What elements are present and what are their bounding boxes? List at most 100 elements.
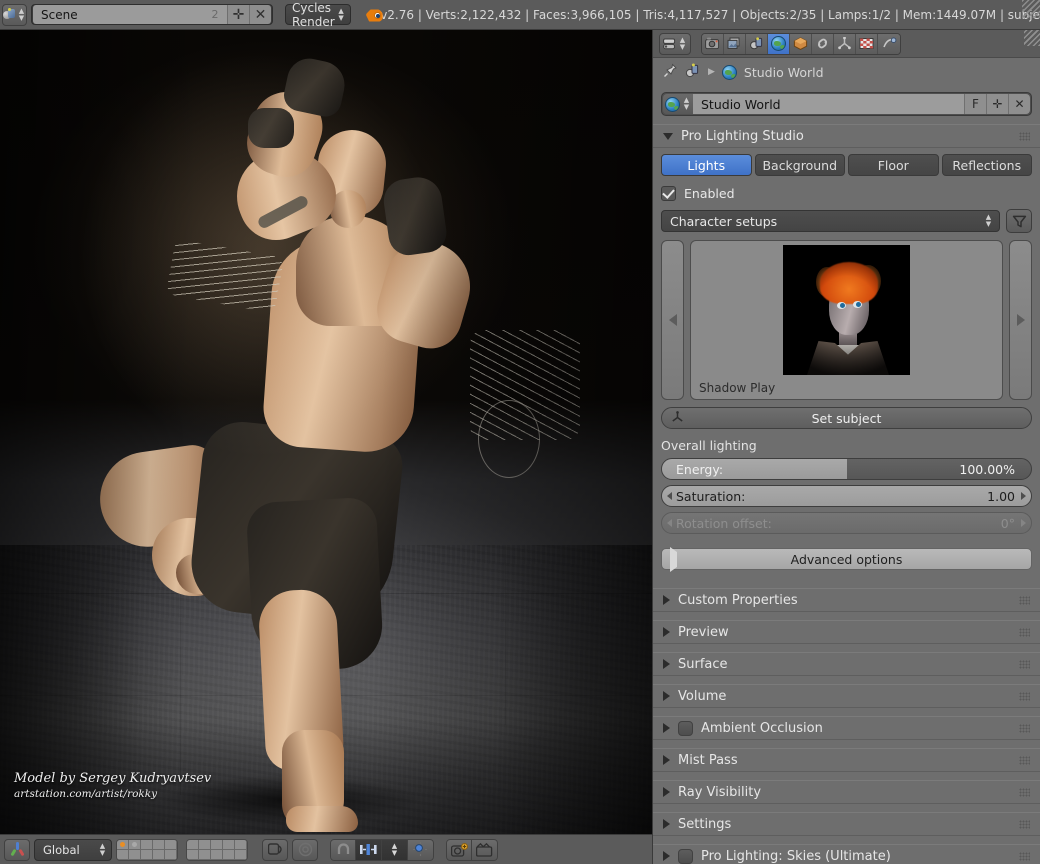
- triangle-right-icon: [663, 627, 670, 637]
- triangle-right-icon: [663, 851, 670, 861]
- properties-resize-grip[interactable]: [1024, 30, 1040, 46]
- render-engine-select[interactable]: Cycles Render ▲▼: [285, 4, 351, 25]
- panel-drag-grip[interactable]: [1019, 132, 1030, 141]
- tab-background[interactable]: Background: [755, 154, 846, 176]
- physics-tab[interactable]: [878, 34, 900, 54]
- proportional-edit-icon[interactable]: [262, 839, 288, 861]
- triangle-right-icon: [663, 723, 670, 733]
- chevron-right-icon[interactable]: [1021, 492, 1026, 500]
- triangle-right-icon: [663, 819, 670, 829]
- scene-layers-group-2[interactable]: [186, 839, 248, 861]
- tab-lights[interactable]: Lights: [661, 154, 752, 176]
- properties-tab-row[interactable]: [701, 33, 901, 55]
- manipulator-axis-icon[interactable]: [4, 839, 30, 861]
- panel-header-volume[interactable]: Volume: [653, 684, 1040, 708]
- panel-header-mist-pass[interactable]: Mist Pass: [653, 748, 1040, 772]
- render-opengl-image-icon[interactable]: [446, 839, 472, 861]
- scene-tab[interactable]: [746, 34, 768, 54]
- panel-drag-grip[interactable]: [1019, 820, 1030, 829]
- 3d-viewport[interactable]: Model by Sergey Kudryavtsev artstation.c…: [0, 30, 652, 834]
- pls-tab-row[interactable]: Lights Background Floor Reflections: [661, 154, 1032, 176]
- saturation-label: Saturation:: [662, 489, 745, 504]
- info-editor-icon: [3, 8, 16, 21]
- ambient-occlusion-checkbox[interactable]: [678, 721, 693, 736]
- panel-title: Volume: [678, 689, 726, 704]
- panel-header-pro-lighting-skies[interactable]: Pro Lighting: Skies (Ultimate): [653, 844, 1040, 864]
- enabled-row[interactable]: Enabled: [661, 186, 1032, 201]
- browse-world-icon[interactable]: ▲▼: [663, 94, 693, 114]
- preset-prev-button[interactable]: [661, 240, 684, 400]
- enabled-checkbox[interactable]: [661, 186, 676, 201]
- panel-drag-grip[interactable]: [1019, 788, 1030, 797]
- render-opengl-animation-icon[interactable]: [472, 839, 498, 861]
- scene-selector[interactable]: Scene 2 ✛ ✕: [31, 4, 273, 25]
- particles-tab[interactable]: [834, 34, 856, 54]
- panel-header-preview[interactable]: Preview: [653, 620, 1040, 644]
- panel-header-pro-lighting-studio[interactable]: Pro Lighting Studio: [653, 124, 1040, 148]
- pivot-center-icon[interactable]: [408, 839, 434, 861]
- panel-title: Pro Lighting Studio: [681, 129, 804, 144]
- saturation-slider[interactable]: Saturation: 1.00: [661, 485, 1032, 507]
- set-subject-button[interactable]: Set subject: [661, 407, 1032, 429]
- category-dropdown[interactable]: Character setups ▲▼: [661, 210, 1000, 232]
- panel-title: Custom Properties: [678, 593, 798, 608]
- pro-lighting-skies-checkbox[interactable]: [678, 849, 693, 864]
- panel-drag-grip[interactable]: [1019, 756, 1030, 765]
- render-tab[interactable]: [702, 34, 724, 54]
- new-world-button[interactable]: ✛: [986, 94, 1008, 114]
- constraints-tab[interactable]: [812, 34, 834, 54]
- panel-header-settings[interactable]: Settings: [653, 812, 1040, 836]
- snap-target-icon[interactable]: [356, 839, 382, 861]
- panel-title: Pro Lighting: Skies (Ultimate): [701, 849, 891, 864]
- triangle-right-icon: [663, 755, 670, 765]
- render-layers-tab[interactable]: [724, 34, 746, 54]
- snap-magnet-icon[interactable]: [330, 839, 356, 861]
- panel-drag-grip[interactable]: [1019, 692, 1030, 701]
- tab-reflections[interactable]: Reflections: [942, 154, 1033, 176]
- tab-floor[interactable]: Floor: [848, 154, 939, 176]
- window-resize-grip[interactable]: [1022, 0, 1040, 18]
- editor-type-button[interactable]: ▲▼: [659, 33, 691, 55]
- preset-next-button[interactable]: [1009, 240, 1032, 400]
- panel-header-ambient-occlusion[interactable]: Ambient Occlusion: [653, 716, 1040, 740]
- panel-drag-grip[interactable]: [1019, 852, 1030, 861]
- new-scene-button[interactable]: ✛: [227, 5, 249, 24]
- snap-mode-icon[interactable]: ▲▼: [382, 839, 408, 861]
- scene-name-field[interactable]: Scene: [33, 5, 203, 24]
- panel-drag-grip[interactable]: [1019, 628, 1030, 637]
- top-info-bar: ▲▼ Scene 2 ✛ ✕ Cycles Render ▲▼ v2.76 | …: [0, 0, 1040, 30]
- world-tab[interactable]: [768, 34, 790, 54]
- energy-slider[interactable]: Energy: 100.00%: [661, 458, 1032, 480]
- transform-orientation-select[interactable]: Global ▲▼: [34, 839, 112, 861]
- proportional-falloff-icon[interactable]: [292, 839, 318, 861]
- panel-header-ray-visibility[interactable]: Ray Visibility: [653, 780, 1040, 804]
- triangle-right-icon: [663, 595, 670, 605]
- delete-scene-button[interactable]: ✕: [249, 5, 271, 24]
- object-tab[interactable]: [790, 34, 812, 54]
- world-id-block[interactable]: ▲▼ Studio World F ✛ ✕: [661, 92, 1032, 116]
- unlink-world-button[interactable]: ✕: [1008, 94, 1030, 114]
- snapping-controls[interactable]: ▲▼: [330, 839, 434, 861]
- properties-editor[interactable]: ▲▼: [653, 30, 1040, 864]
- panel-header-custom-properties[interactable]: Custom Properties: [653, 588, 1040, 612]
- panel-drag-grip[interactable]: [1019, 660, 1030, 669]
- world-name-field[interactable]: Studio World: [693, 94, 964, 114]
- watermark-author: Model by Sergey Kudryavtsev: [14, 771, 211, 786]
- panel-drag-grip[interactable]: [1019, 724, 1030, 733]
- panel-header-surface[interactable]: Surface: [653, 652, 1040, 676]
- advanced-options-button[interactable]: Advanced options: [661, 548, 1032, 570]
- chevron-updown-icon: ▲▼: [17, 6, 26, 24]
- scene-layers-group-1[interactable]: [116, 839, 178, 861]
- preset-preview-box[interactable]: Shadow Play: [690, 240, 1003, 400]
- texture-tab[interactable]: [856, 34, 878, 54]
- energy-value: 100.00%: [959, 462, 1031, 477]
- panel-title: Ambient Occlusion: [701, 721, 823, 736]
- fighter-character-render: [0, 30, 652, 834]
- editor-type-button[interactable]: ▲▼: [2, 4, 27, 26]
- fake-user-button[interactable]: F: [964, 94, 986, 114]
- scene-data-icon[interactable]: [685, 63, 701, 82]
- panel-drag-grip[interactable]: [1019, 596, 1030, 605]
- pin-icon[interactable]: [663, 63, 678, 82]
- opengl-render-controls[interactable]: [446, 839, 498, 861]
- funnel-filter-icon[interactable]: [1006, 209, 1032, 233]
